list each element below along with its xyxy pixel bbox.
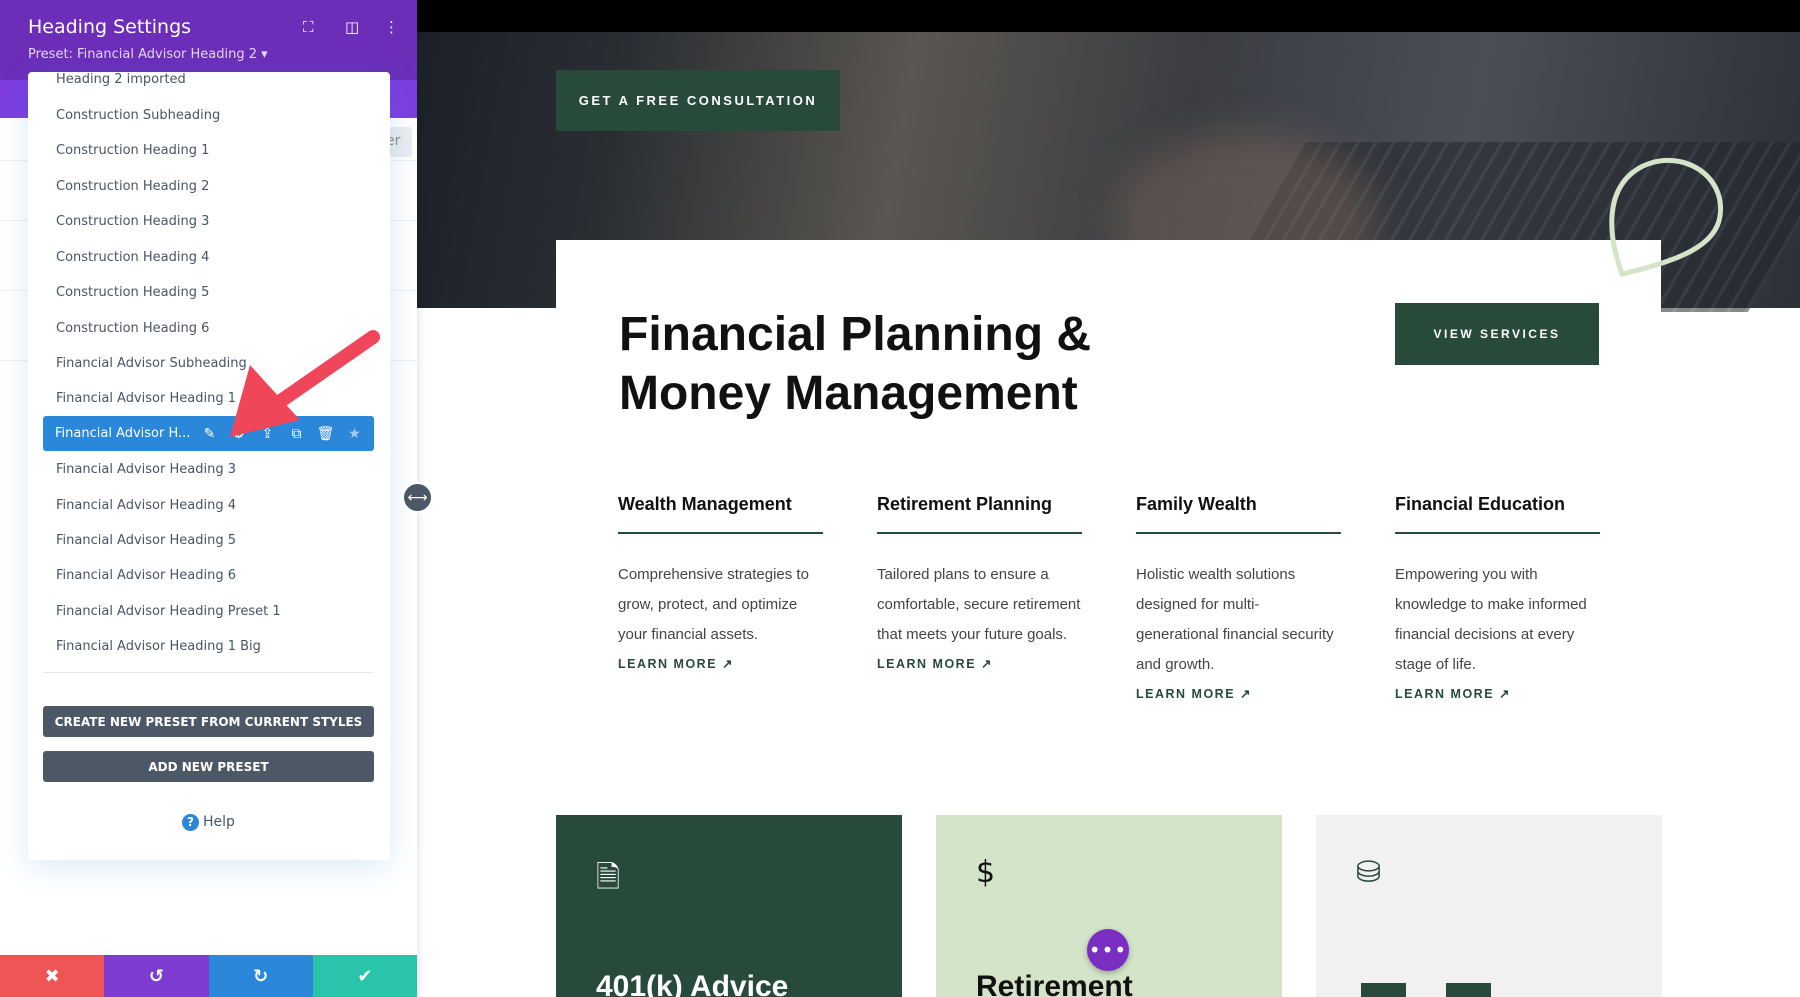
- preset-item[interactable]: Heading 2 imported: [56, 62, 186, 97]
- hand-holding-dollar-icon: $: [976, 855, 996, 890]
- sidebar-title: Heading Settings: [28, 16, 192, 38]
- check-icon: ✔: [357, 965, 373, 987]
- resize-handle[interactable]: ⟷: [402, 482, 433, 513]
- sidebar-layout-icon[interactable]: ◫: [345, 18, 359, 36]
- divider: [43, 672, 374, 673]
- more-options-button[interactable]: •••: [1087, 929, 1129, 971]
- preset-item[interactable]: Financial Advisor Heading 5: [56, 523, 236, 558]
- selected-preset-label: Financial Advisor H...: [55, 426, 191, 441]
- service-text: Comprehensive strategies to grow, protec…: [618, 566, 809, 643]
- service-text: Tailored plans to ensure a comfortable, …: [877, 566, 1081, 643]
- preset-item[interactable]: Construction Subheading: [56, 98, 220, 133]
- learn-more-link[interactable]: LEARN MORE ↗: [1136, 686, 1252, 701]
- service-column: Financial Education Empowering you with k…: [1395, 494, 1600, 703]
- feature-card-title: 401(k) Advice: [596, 970, 789, 997]
- service-title: Financial Education: [1395, 494, 1566, 514]
- divider: [877, 532, 1082, 534]
- file-invoice-dollar-icon: 🗎: [596, 860, 621, 895]
- preset-item[interactable]: Financial Advisor Heading 3: [56, 452, 236, 487]
- close-icon: ✖: [44, 965, 60, 987]
- help-label: Help: [203, 814, 235, 830]
- free-consultation-button[interactable]: GET A FREE CONSULTATION: [556, 70, 840, 131]
- learn-more-link[interactable]: LEARN MORE ↗: [1395, 686, 1511, 701]
- preset-item[interactable]: Construction Heading 1: [56, 133, 209, 168]
- service-column: Family Wealth Holistic wealth solutions d…: [1136, 494, 1341, 703]
- preset-item[interactable]: Financial Advisor Heading 1 Big: [56, 629, 261, 664]
- divider: [1136, 532, 1341, 534]
- service-text: Holistic wealth solutions designed for m…: [1136, 566, 1334, 673]
- edit-icon[interactable]: ✎: [195, 426, 224, 442]
- preset-item[interactable]: Construction Heading 3: [56, 204, 209, 239]
- preset-item[interactable]: Financial Advisor Heading 1: [56, 381, 236, 416]
- preset-dropdown: Heading 2 imported Construction Subheadi…: [28, 72, 390, 860]
- more-vertical-icon[interactable]: ⋮: [384, 18, 399, 36]
- annotation-arrow-icon: [230, 330, 380, 437]
- preset-selector[interactable]: Preset: Financial Advisor Heading 2 ▾: [28, 47, 268, 62]
- fullscreen-icon[interactable]: ⛶: [303, 18, 314, 36]
- feature-card-title: Retirement: [976, 970, 1133, 997]
- learn-more-link[interactable]: LEARN MORE ↗: [877, 656, 993, 671]
- service-text: Empowering you with knowledge to make in…: [1395, 566, 1587, 673]
- preset-item[interactable]: Construction Heading 5: [56, 275, 209, 310]
- top-bar: [417, 0, 1800, 32]
- service-title: Retirement Planning: [877, 494, 1053, 514]
- cancel-button[interactable]: ✖: [0, 955, 105, 997]
- service-column: Wealth Management Comprehensive strategie…: [618, 494, 823, 673]
- view-services-button[interactable]: VIEW SERVICES: [1395, 303, 1599, 365]
- coins-icon: ⛁: [1356, 855, 1382, 890]
- service-title: Wealth Management: [618, 494, 792, 514]
- preset-item[interactable]: Construction Heading 4: [56, 240, 209, 275]
- redo-button[interactable]: ↻: [208, 955, 313, 997]
- decorative-teardrop-shape: [1609, 158, 1724, 277]
- feature-card: ⛁: [1316, 815, 1662, 997]
- add-preset-button[interactable]: ADD NEW PRESET: [43, 751, 374, 782]
- undo-icon: ↺: [148, 965, 164, 987]
- preset-item[interactable]: Financial Advisor Heading 6: [56, 558, 236, 593]
- divider: [1395, 532, 1600, 534]
- divider: [618, 532, 823, 534]
- help-icon: ?: [182, 814, 200, 831]
- page-title: Financial Planning & Money Management: [619, 308, 1092, 420]
- learn-more-link[interactable]: LEARN MORE ↗: [618, 656, 734, 671]
- save-button[interactable]: ✔: [312, 955, 417, 997]
- service-column: Retirement Planning Tailored plans to ens…: [877, 494, 1082, 673]
- undo-button[interactable]: ↺: [104, 955, 209, 997]
- redo-icon: ↻: [253, 965, 269, 987]
- preset-item[interactable]: Construction Heading 2: [56, 169, 209, 204]
- help-link[interactable]: ? Help: [0, 814, 417, 831]
- preset-item[interactable]: Construction Heading 6: [56, 311, 209, 346]
- service-title: Family Wealth: [1136, 494, 1257, 514]
- create-preset-button[interactable]: CREATE NEW PRESET FROM CURRENT STYLES: [43, 706, 374, 737]
- preset-item[interactable]: Financial Advisor Subheading: [56, 346, 247, 381]
- preset-item[interactable]: Financial Advisor Heading 4: [56, 488, 236, 523]
- preset-item[interactable]: Financial Advisor Heading Preset 1: [56, 594, 281, 629]
- horizontal-arrows-icon: ⟷: [407, 489, 428, 506]
- feature-card: 🗎 401(k) Advice: [556, 815, 902, 997]
